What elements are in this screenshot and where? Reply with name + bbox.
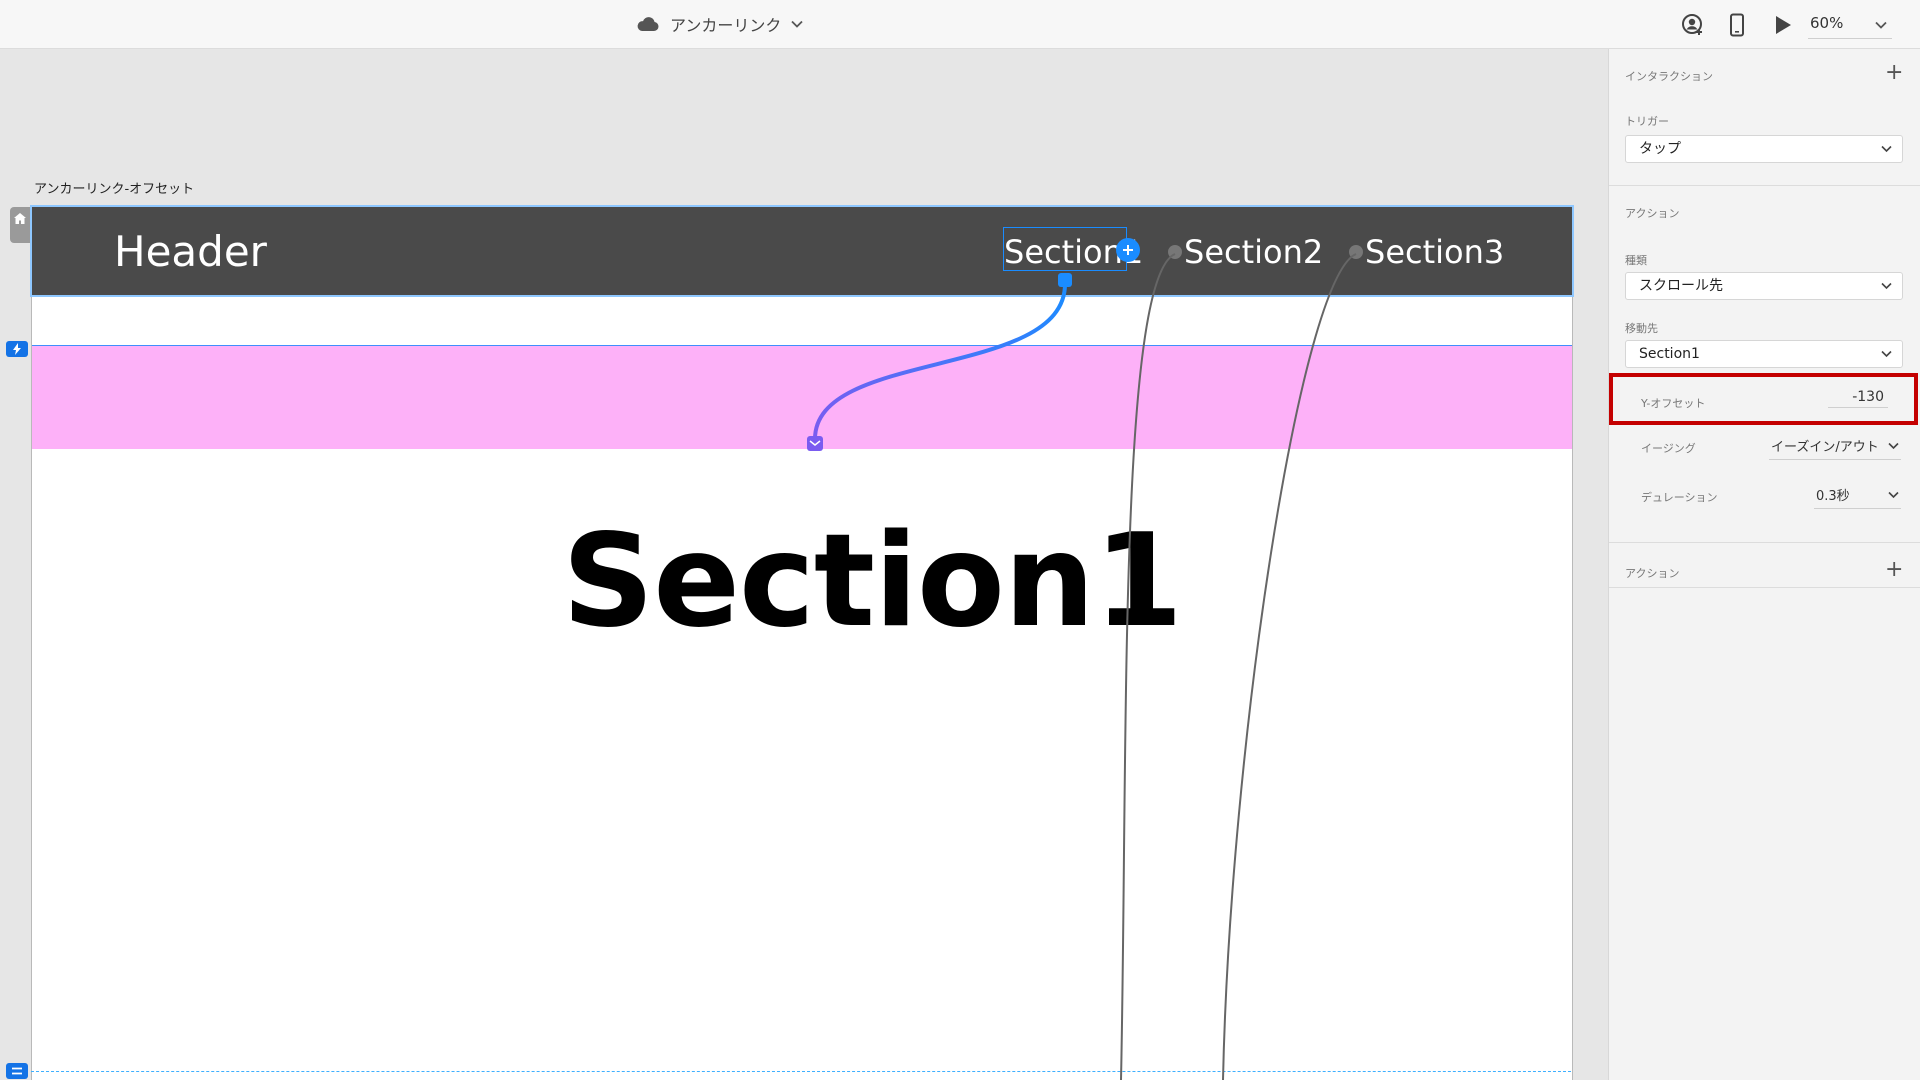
easing-label: イージング bbox=[1641, 442, 1696, 455]
duration-underline bbox=[1814, 508, 1901, 509]
top-toolbar: アンカーリンク 60% bbox=[0, 0, 1920, 49]
destination-value: Section1 bbox=[1639, 346, 1700, 362]
zoom-underline bbox=[1808, 38, 1892, 39]
chevron-down-icon bbox=[791, 20, 804, 28]
type-label: 種類 bbox=[1625, 254, 1647, 267]
easing-underline bbox=[1769, 459, 1901, 460]
destination-dropdown[interactable]: Section1 bbox=[1625, 340, 1903, 368]
action-title: アクション bbox=[1625, 207, 1680, 220]
zoom-level[interactable]: 60% bbox=[1810, 14, 1843, 32]
add-action-button[interactable]: + bbox=[1885, 559, 1903, 581]
panel-divider bbox=[1609, 587, 1920, 588]
panel-divider bbox=[1609, 185, 1920, 186]
interaction-panel: インタラクション + トリガー タップ アクション 種類 スクロール先 移動先 … bbox=[1608, 49, 1920, 1080]
easing-value: イーズイン/アウト bbox=[1771, 440, 1879, 455]
user-share-icon[interactable] bbox=[1680, 12, 1706, 38]
panel-divider bbox=[1609, 542, 1920, 543]
wire-target-handle bbox=[807, 436, 823, 451]
duration-dropdown[interactable]: 0.3秒 bbox=[1816, 485, 1850, 504]
cloud-icon bbox=[637, 17, 659, 31]
add-action-label: アクション bbox=[1625, 567, 1680, 580]
mobile-device-icon[interactable] bbox=[1724, 12, 1750, 38]
wire-section3 bbox=[1222, 253, 1357, 1080]
play-icon[interactable] bbox=[1770, 12, 1796, 38]
active-wire bbox=[813, 283, 1067, 440]
document-title: アンカーリンク bbox=[670, 16, 782, 35]
destination-label: 移動先 bbox=[1625, 322, 1658, 335]
trigger-dropdown[interactable]: タップ bbox=[1625, 135, 1903, 163]
chevron-down-icon bbox=[1881, 350, 1892, 358]
interaction-title: インタラクション bbox=[1625, 70, 1713, 83]
wire-section2 bbox=[1120, 253, 1176, 1080]
type-value: スクロール先 bbox=[1639, 278, 1723, 294]
chevron-down-icon bbox=[1881, 282, 1892, 290]
interaction-wires bbox=[807, 253, 1357, 1080]
wire-source-handle bbox=[1058, 273, 1072, 287]
chevron-down-icon[interactable] bbox=[1875, 14, 1887, 33]
trigger-label: トリガー bbox=[1625, 115, 1669, 128]
duration-label: デュレーション bbox=[1641, 491, 1718, 504]
document-title-menu[interactable]: アンカーリンク bbox=[636, 11, 804, 37]
highlight-frame bbox=[1609, 373, 1918, 425]
chevron-down-icon[interactable] bbox=[1888, 442, 1899, 450]
type-dropdown[interactable]: スクロール先 bbox=[1625, 272, 1903, 300]
design-canvas[interactable]: アンカーリンク-オフセット Header Section1 Section2 S… bbox=[0, 49, 1608, 1080]
chevron-down-icon bbox=[1881, 145, 1892, 153]
duration-value: 0.3秒 bbox=[1816, 489, 1850, 504]
chevron-down-icon[interactable] bbox=[1888, 491, 1899, 499]
easing-dropdown[interactable]: イーズイン/アウト bbox=[1771, 436, 1897, 456]
add-interaction-button[interactable]: + bbox=[1885, 62, 1903, 84]
trigger-value: タップ bbox=[1639, 141, 1681, 157]
